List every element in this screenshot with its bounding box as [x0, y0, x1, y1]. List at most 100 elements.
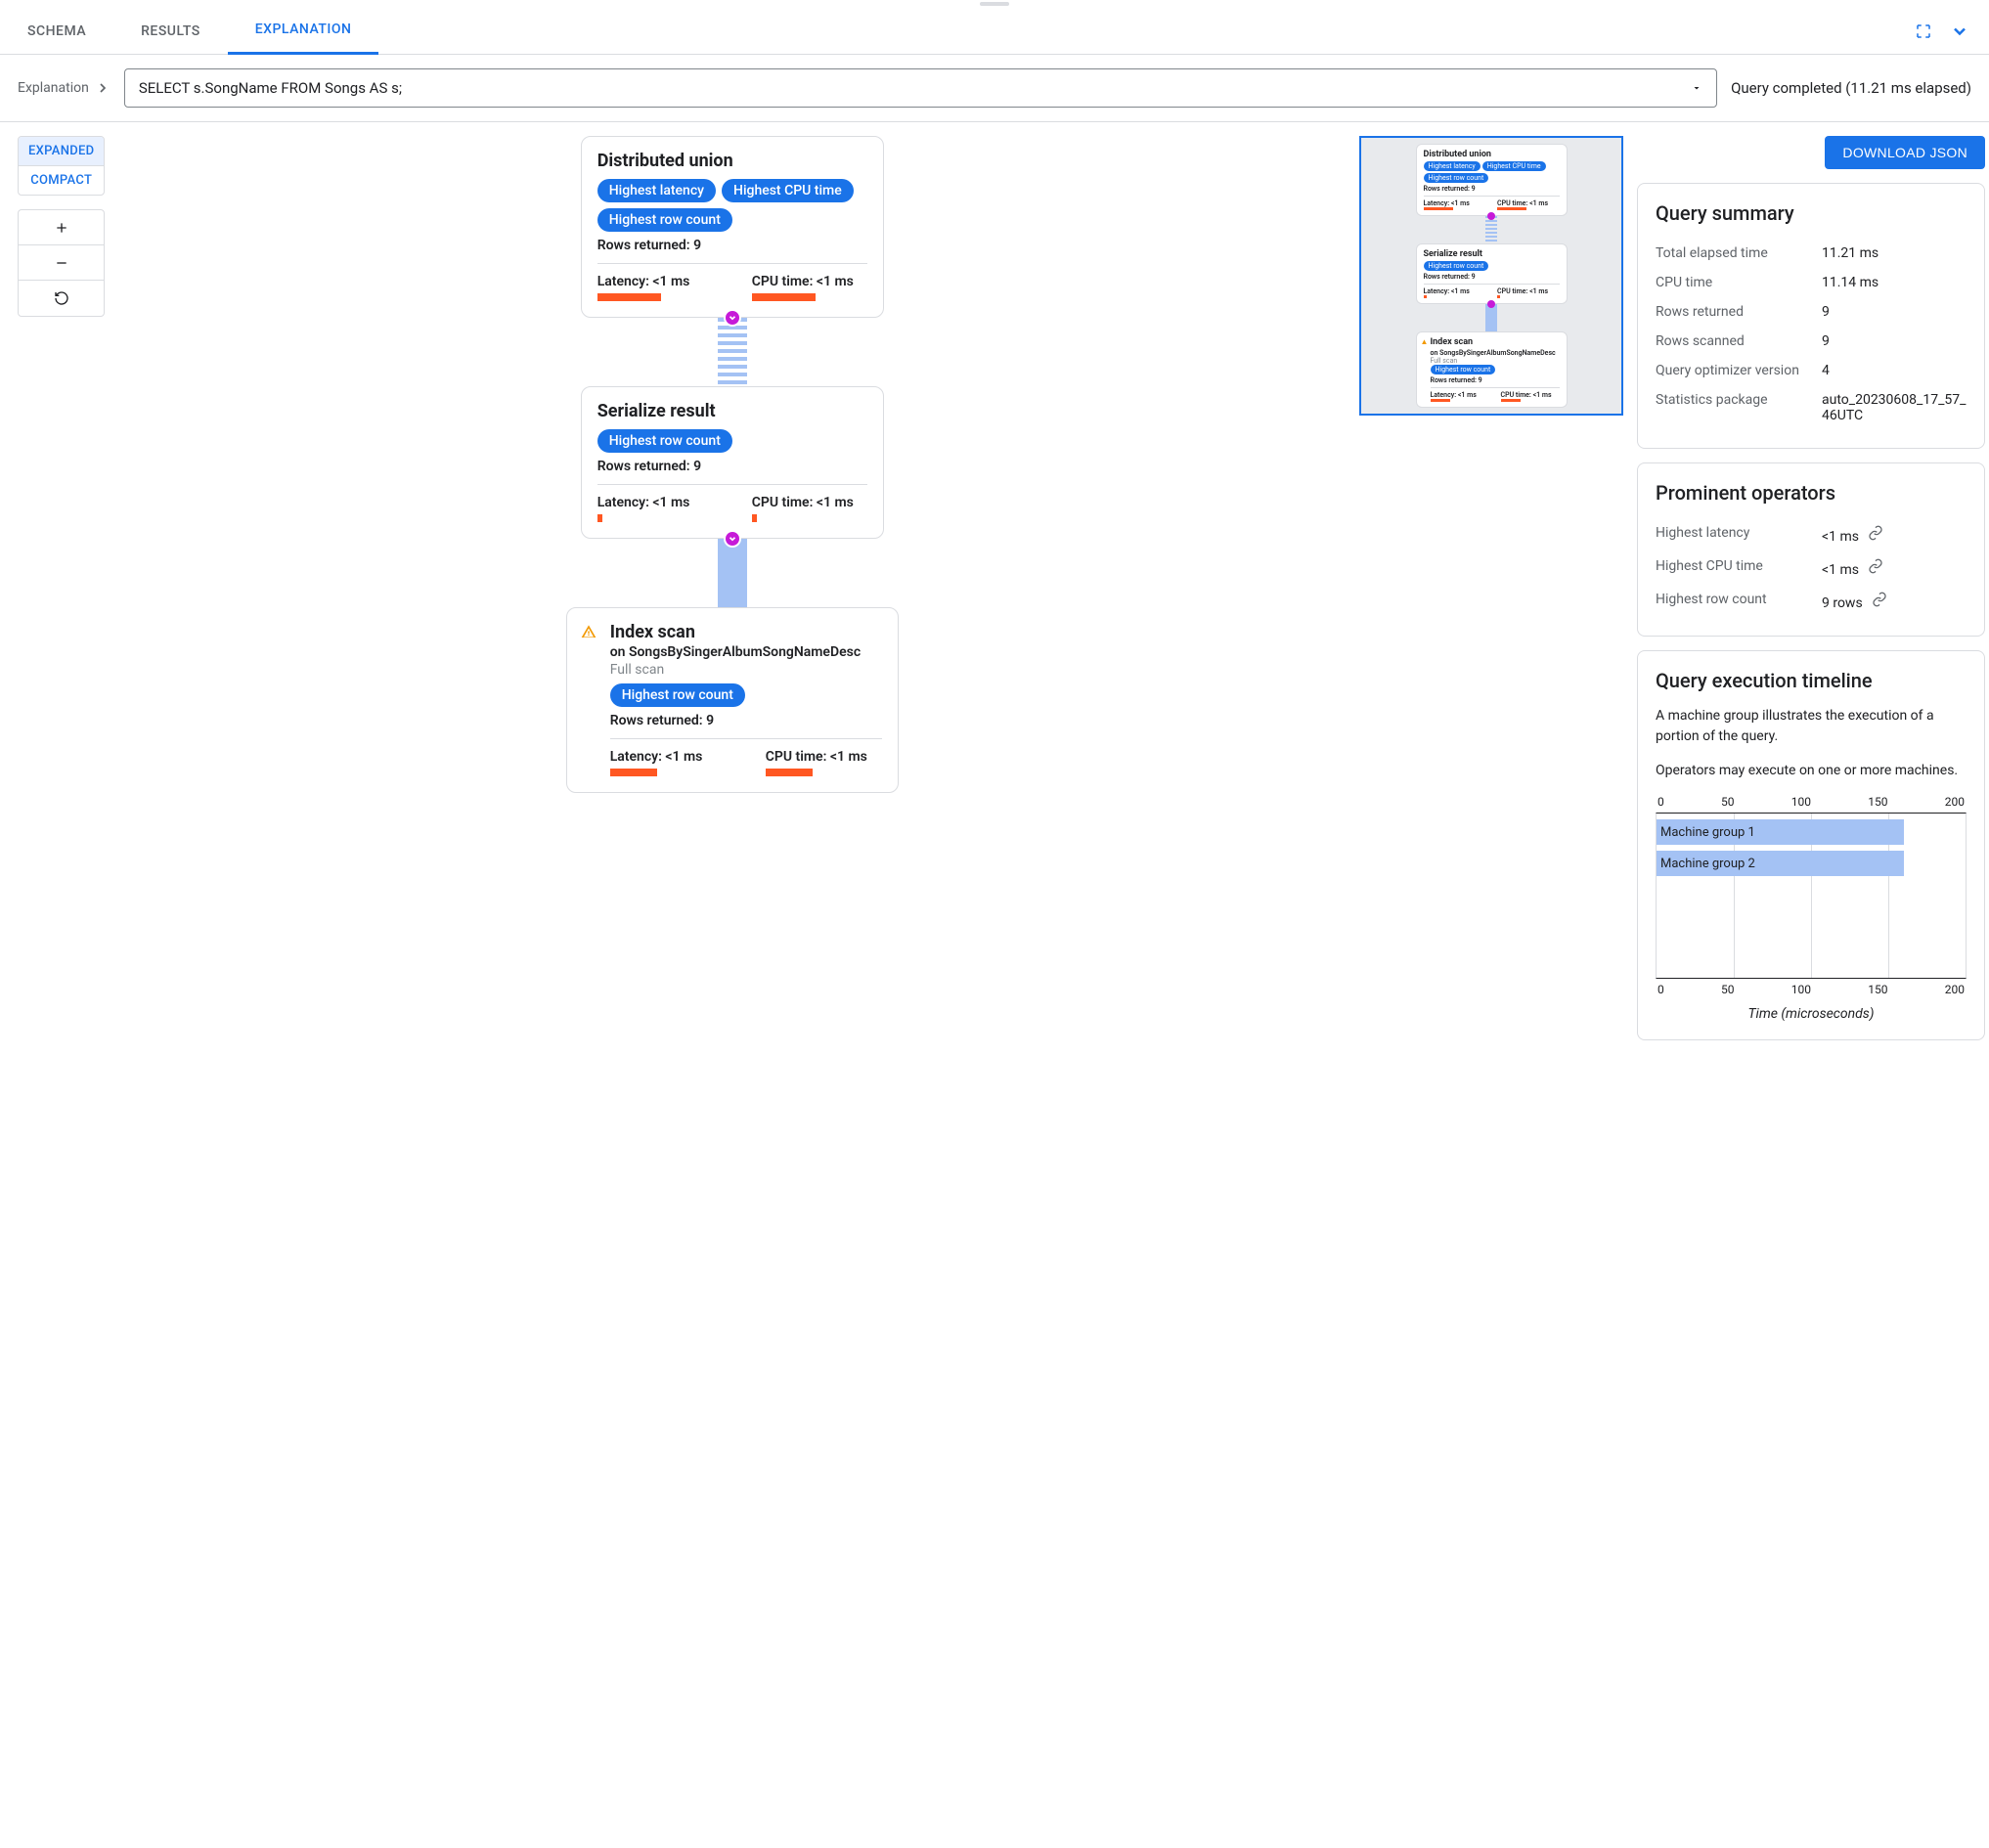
node-title: Index scan: [610, 622, 882, 642]
summary-val: 11.21 ms: [1822, 245, 1967, 261]
pill-highest-cpu: Highest CPU time: [722, 179, 854, 202]
mini-connector: [1485, 216, 1497, 243]
tick: 0: [1658, 795, 1664, 809]
tick: 150: [1868, 795, 1887, 809]
cpu-bar: [752, 514, 757, 522]
connector-toggle[interactable]: [724, 309, 741, 327]
mini-cpu: CPU time: <1 ms: [1497, 287, 1560, 295]
mini-cpu: CPU time: <1 ms: [1497, 199, 1560, 207]
node-title: Serialize result: [597, 401, 867, 421]
zoom-in-button[interactable]: [19, 210, 104, 245]
node-subtitle-fullscan: Full scan: [610, 662, 882, 678]
prominent-key: Highest row count: [1656, 592, 1822, 611]
query-select[interactable]: SELECT s.SongName FROM Songs AS s;: [124, 68, 1717, 108]
tab-schema[interactable]: SCHEMA: [0, 8, 113, 55]
mini-title: Serialize result: [1424, 249, 1560, 259]
tick: 50: [1721, 795, 1735, 809]
latency-label: Latency: <1 ms: [610, 749, 727, 765]
fullscreen-icon[interactable]: [1915, 22, 1932, 40]
connector: [718, 318, 747, 386]
mini-pill: Highest row count: [1424, 173, 1489, 183]
mini-connector: [1485, 304, 1497, 331]
chevron-down-icon[interactable]: [1950, 22, 1969, 41]
mini-kv: Rows returned: 9: [1424, 273, 1560, 281]
plan-node-serialize-result[interactable]: Serialize result Highest row count Rows …: [581, 386, 884, 539]
tab-results[interactable]: RESULTS: [113, 8, 228, 55]
minus-icon: [54, 255, 69, 271]
mini-kv: Rows returned: 9: [1431, 376, 1560, 384]
mini-dot: [1487, 300, 1495, 308]
prominent-val: <1 ms: [1822, 558, 1967, 578]
prominent-val: 9 rows: [1822, 592, 1967, 611]
mini-bar: [1497, 295, 1500, 298]
pill-highest-latency: Highest latency: [597, 179, 716, 202]
cpu-label: CPU time: <1 ms: [766, 749, 882, 765]
summary-key: Statistics package: [1656, 392, 1822, 423]
mini-pill: Highest row count: [1431, 365, 1496, 374]
connector-toggle[interactable]: [724, 530, 741, 548]
summary-val: auto_20230608_17_57_46UTC: [1822, 392, 1967, 423]
prominent-operators-panel: Prominent operators Highest latency <1 m…: [1637, 462, 1985, 637]
tick: 100: [1791, 795, 1811, 809]
view-compact-button[interactable]: COMPACT: [19, 166, 104, 195]
cpu-bar: [766, 769, 813, 776]
timeline-chart: 0 50 100 150 200 Machine group 1 Machine…: [1656, 795, 1967, 1000]
resize-handle[interactable]: [980, 2, 1009, 6]
plan-node-distributed-union[interactable]: Distributed union Highest latency Highes…: [581, 136, 884, 318]
timeline-desc-1: A machine group illustrates the executio…: [1656, 706, 1967, 747]
tick: 50: [1721, 983, 1735, 996]
summary-key: Rows scanned: [1656, 333, 1822, 349]
summary-val: 11.14 ms: [1822, 275, 1967, 290]
reset-icon: [54, 290, 69, 306]
mini-title: Index scan: [1431, 337, 1560, 347]
zoom-out-button[interactable]: [19, 245, 104, 281]
download-json-button[interactable]: DOWNLOAD JSON: [1825, 136, 1985, 169]
mini-title: Distributed union: [1424, 150, 1560, 159]
pill-highest-rows: Highest row count: [597, 429, 732, 453]
plan-flow[interactable]: Distributed union Highest latency Highes…: [118, 136, 1346, 793]
mini-lat: Latency: <1 ms: [1431, 391, 1489, 399]
tab-explanation[interactable]: EXPLANATION: [228, 8, 379, 55]
plan-node-index-scan[interactable]: Index scan on SongsBySingerAlbumSongName…: [566, 607, 899, 793]
mini-dot: [1487, 212, 1495, 220]
connector: [718, 539, 747, 607]
tick: 200: [1945, 795, 1965, 809]
summary-key: Rows returned: [1656, 304, 1822, 320]
mini-node: ▲ Index scan on SongsBySingerAlbumSongNa…: [1416, 331, 1568, 408]
summary-key: CPU time: [1656, 275, 1822, 290]
chevron-down-icon: [728, 534, 737, 544]
panel-title: Query execution timeline: [1656, 669, 1967, 692]
warning-icon: ▲: [1421, 337, 1429, 346]
mini-sub: on SongsBySingerAlbumSongNameDesc: [1431, 349, 1560, 357]
mini-lat: Latency: <1 ms: [1424, 287, 1486, 295]
view-controls: EXPANDED COMPACT: [18, 136, 105, 317]
timeline-desc-2: Operators may execute on one or more mac…: [1656, 761, 1967, 781]
mini-lat: Latency: <1 ms: [1424, 199, 1486, 207]
reset-view-button[interactable]: [19, 281, 104, 316]
node-title: Distributed union: [597, 151, 867, 171]
link-icon[interactable]: [1872, 595, 1887, 611]
link-icon[interactable]: [1868, 529, 1883, 545]
tick: 0: [1658, 983, 1664, 996]
panel-title: Query summary: [1656, 201, 1967, 225]
plus-icon: [54, 220, 69, 236]
summary-val: 9: [1822, 304, 1967, 320]
mini-bar: [1424, 295, 1427, 298]
mini-cpu: CPU time: <1 ms: [1501, 391, 1560, 399]
latency-bar: [597, 514, 602, 522]
latency-bar: [610, 769, 657, 776]
link-icon[interactable]: [1868, 562, 1883, 578]
summary-val: 9: [1822, 333, 1967, 349]
view-expanded-button[interactable]: EXPANDED: [19, 137, 104, 166]
minimap[interactable]: Distributed union Highest latency Highes…: [1359, 136, 1623, 416]
cpu-label: CPU time: <1 ms: [752, 495, 867, 510]
warning-icon: [581, 624, 597, 643]
latency-label: Latency: <1 ms: [597, 274, 713, 289]
timeline-bar-group-1[interactable]: Machine group 1: [1657, 819, 1904, 845]
tick: 200: [1945, 983, 1965, 996]
summary-key: Total elapsed time: [1656, 245, 1822, 261]
rows-returned: Rows returned: 9: [597, 459, 867, 474]
timeline-bar-group-2[interactable]: Machine group 2: [1657, 851, 1904, 876]
prominent-val: <1 ms: [1822, 525, 1967, 545]
tick: 150: [1868, 983, 1887, 996]
